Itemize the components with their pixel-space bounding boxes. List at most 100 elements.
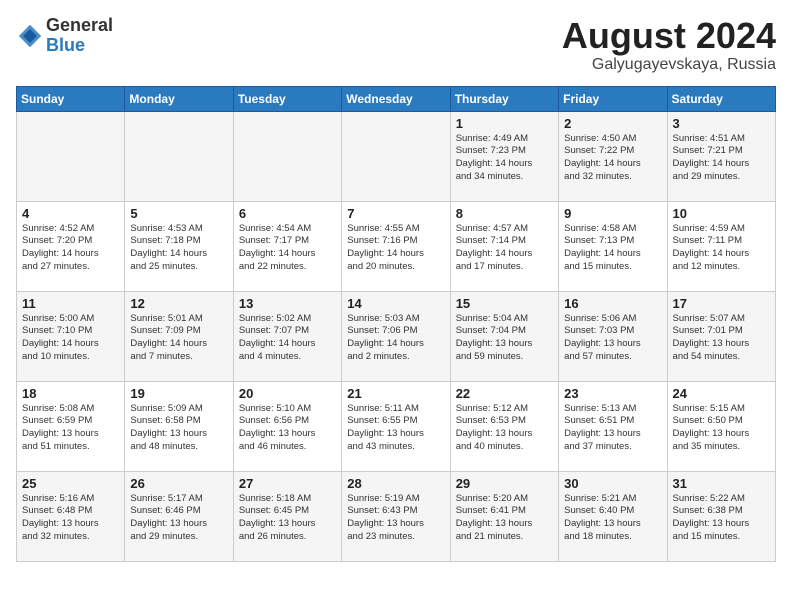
location-subtitle: Galyugayevskaya, Russia: [562, 56, 776, 74]
day-number: 15: [456, 296, 553, 311]
calendar-cell: 10 Sunrise: 4:59 AM Sunset: 7:11 PM Dayli…: [667, 201, 775, 291]
day-number: 13: [239, 296, 336, 311]
day-number: 12: [130, 296, 227, 311]
day-number: 21: [347, 386, 444, 401]
calendar-cell: 15 Sunrise: 5:04 AM Sunset: 7:04 PM Dayli…: [450, 291, 558, 381]
calendar-cell: 21 Sunrise: 5:11 AM Sunset: 6:55 PM Dayli…: [342, 381, 450, 471]
day-info: Sunrise: 5:15 AM Sunset: 6:50 PM Dayligh…: [673, 403, 770, 454]
logo-icon: [16, 22, 44, 50]
day-number: 18: [22, 386, 119, 401]
day-info: Sunrise: 5:20 AM Sunset: 6:41 PM Dayligh…: [456, 493, 553, 544]
calendar-cell: 6 Sunrise: 4:54 AM Sunset: 7:17 PM Daylig…: [233, 201, 341, 291]
day-info: Sunrise: 4:59 AM Sunset: 7:11 PM Dayligh…: [673, 223, 770, 274]
day-number: 25: [22, 476, 119, 491]
header-day-friday: Friday: [559, 86, 667, 111]
calendar-cell: 28 Sunrise: 5:19 AM Sunset: 6:43 PM Dayli…: [342, 471, 450, 561]
header-day-thursday: Thursday: [450, 86, 558, 111]
calendar-cell: 11Sunrise: 5:00 AM Sunset: 7:10 PM Dayli…: [17, 291, 125, 381]
day-info: Sunrise: 5:17 AM Sunset: 6:46 PM Dayligh…: [130, 493, 227, 544]
day-number: 26: [130, 476, 227, 491]
calendar-header: SundayMondayTuesdayWednesdayThursdayFrid…: [17, 86, 776, 111]
day-number: 24: [673, 386, 770, 401]
day-info: Sunrise: 4:52 AM Sunset: 7:20 PM Dayligh…: [22, 223, 119, 274]
calendar-cell: 4 Sunrise: 4:52 AM Sunset: 7:20 PM Daylig…: [17, 201, 125, 291]
calendar-cell: 5 Sunrise: 4:53 AM Sunset: 7:18 PM Daylig…: [125, 201, 233, 291]
calendar-body: 1 Sunrise: 4:49 AM Sunset: 7:23 PM Daylig…: [17, 111, 776, 561]
calendar-cell: 8 Sunrise: 4:57 AM Sunset: 7:14 PM Daylig…: [450, 201, 558, 291]
day-number: 10: [673, 206, 770, 221]
calendar-cell: [17, 111, 125, 201]
day-info: Sunrise: 4:58 AM Sunset: 7:13 PM Dayligh…: [564, 223, 661, 274]
calendar-cell: 9 Sunrise: 4:58 AM Sunset: 7:13 PM Daylig…: [559, 201, 667, 291]
calendar-cell: 26 Sunrise: 5:17 AM Sunset: 6:46 PM Dayli…: [125, 471, 233, 561]
day-number: 6: [239, 206, 336, 221]
day-info: Sunrise: 5:02 AM Sunset: 7:07 PM Dayligh…: [239, 313, 336, 364]
week-row-3: 11Sunrise: 5:00 AM Sunset: 7:10 PM Dayli…: [17, 291, 776, 381]
day-info: Sunrise: 5:06 AM Sunset: 7:03 PM Dayligh…: [564, 313, 661, 364]
month-year-title: August 2024: [562, 16, 776, 56]
day-info: Sunrise: 5:22 AM Sunset: 6:38 PM Dayligh…: [673, 493, 770, 544]
day-info: Sunrise: 4:57 AM Sunset: 7:14 PM Dayligh…: [456, 223, 553, 274]
day-number: 27: [239, 476, 336, 491]
logo: General Blue: [16, 16, 113, 56]
calendar-cell: 7 Sunrise: 4:55 AM Sunset: 7:16 PM Daylig…: [342, 201, 450, 291]
day-info: Sunrise: 4:55 AM Sunset: 7:16 PM Dayligh…: [347, 223, 444, 274]
day-info: Sunrise: 4:50 AM Sunset: 7:22 PM Dayligh…: [564, 133, 661, 184]
day-number: 23: [564, 386, 661, 401]
day-number: 8: [456, 206, 553, 221]
day-info: Sunrise: 5:19 AM Sunset: 6:43 PM Dayligh…: [347, 493, 444, 544]
header-day-saturday: Saturday: [667, 86, 775, 111]
calendar-cell: 16 Sunrise: 5:06 AM Sunset: 7:03 PM Dayli…: [559, 291, 667, 381]
day-number: 3: [673, 116, 770, 131]
day-info: Sunrise: 5:10 AM Sunset: 6:56 PM Dayligh…: [239, 403, 336, 454]
calendar-cell: [342, 111, 450, 201]
day-info: Sunrise: 5:03 AM Sunset: 7:06 PM Dayligh…: [347, 313, 444, 364]
day-number: 20: [239, 386, 336, 401]
day-number: 19: [130, 386, 227, 401]
day-info: Sunrise: 5:09 AM Sunset: 6:58 PM Dayligh…: [130, 403, 227, 454]
title-block: August 2024 Galyugayevskaya, Russia: [562, 16, 776, 74]
day-number: 2: [564, 116, 661, 131]
calendar-cell: 27 Sunrise: 5:18 AM Sunset: 6:45 PM Dayli…: [233, 471, 341, 561]
week-row-4: 18 Sunrise: 5:08 AM Sunset: 6:59 PM Dayli…: [17, 381, 776, 471]
day-number: 9: [564, 206, 661, 221]
header-day-monday: Monday: [125, 86, 233, 111]
day-info: Sunrise: 4:49 AM Sunset: 7:23 PM Dayligh…: [456, 133, 553, 184]
day-number: 22: [456, 386, 553, 401]
calendar-cell: 20 Sunrise: 5:10 AM Sunset: 6:56 PM Dayli…: [233, 381, 341, 471]
calendar-cell: 31 Sunrise: 5:22 AM Sunset: 6:38 PM Dayli…: [667, 471, 775, 561]
calendar-cell: 17Sunrise: 5:07 AM Sunset: 7:01 PM Dayli…: [667, 291, 775, 381]
calendar-cell: 23Sunrise: 5:13 AM Sunset: 6:51 PM Dayli…: [559, 381, 667, 471]
day-number: 11: [22, 296, 119, 311]
day-number: 29: [456, 476, 553, 491]
calendar-cell: 25Sunrise: 5:16 AM Sunset: 6:48 PM Dayli…: [17, 471, 125, 561]
week-row-2: 4 Sunrise: 4:52 AM Sunset: 7:20 PM Daylig…: [17, 201, 776, 291]
day-number: 5: [130, 206, 227, 221]
day-info: Sunrise: 5:18 AM Sunset: 6:45 PM Dayligh…: [239, 493, 336, 544]
logo-blue: Blue: [46, 35, 85, 55]
day-info: Sunrise: 4:53 AM Sunset: 7:18 PM Dayligh…: [130, 223, 227, 274]
header-row: SundayMondayTuesdayWednesdayThursdayFrid…: [17, 86, 776, 111]
day-number: 28: [347, 476, 444, 491]
day-number: 16: [564, 296, 661, 311]
calendar-cell: [125, 111, 233, 201]
calendar-table: SundayMondayTuesdayWednesdayThursdayFrid…: [16, 86, 776, 562]
day-info: Sunrise: 5:08 AM Sunset: 6:59 PM Dayligh…: [22, 403, 119, 454]
calendar-cell: 12 Sunrise: 5:01 AM Sunset: 7:09 PM Dayli…: [125, 291, 233, 381]
day-number: 31: [673, 476, 770, 491]
day-info: Sunrise: 5:04 AM Sunset: 7:04 PM Dayligh…: [456, 313, 553, 364]
calendar-cell: 24 Sunrise: 5:15 AM Sunset: 6:50 PM Dayli…: [667, 381, 775, 471]
logo-text: General Blue: [46, 16, 113, 56]
header-day-wednesday: Wednesday: [342, 86, 450, 111]
calendar-cell: 19 Sunrise: 5:09 AM Sunset: 6:58 PM Dayli…: [125, 381, 233, 471]
day-info: Sunrise: 5:01 AM Sunset: 7:09 PM Dayligh…: [130, 313, 227, 364]
calendar-cell: 22Sunrise: 5:12 AM Sunset: 6:53 PM Dayli…: [450, 381, 558, 471]
day-number: 7: [347, 206, 444, 221]
page-header: General Blue August 2024 Galyugayevskaya…: [16, 16, 776, 74]
day-number: 17: [673, 296, 770, 311]
day-number: 4: [22, 206, 119, 221]
day-info: Sunrise: 4:54 AM Sunset: 7:17 PM Dayligh…: [239, 223, 336, 274]
calendar-cell: 29 Sunrise: 5:20 AM Sunset: 6:41 PM Dayli…: [450, 471, 558, 561]
day-info: Sunrise: 5:11 AM Sunset: 6:55 PM Dayligh…: [347, 403, 444, 454]
day-number: 1: [456, 116, 553, 131]
